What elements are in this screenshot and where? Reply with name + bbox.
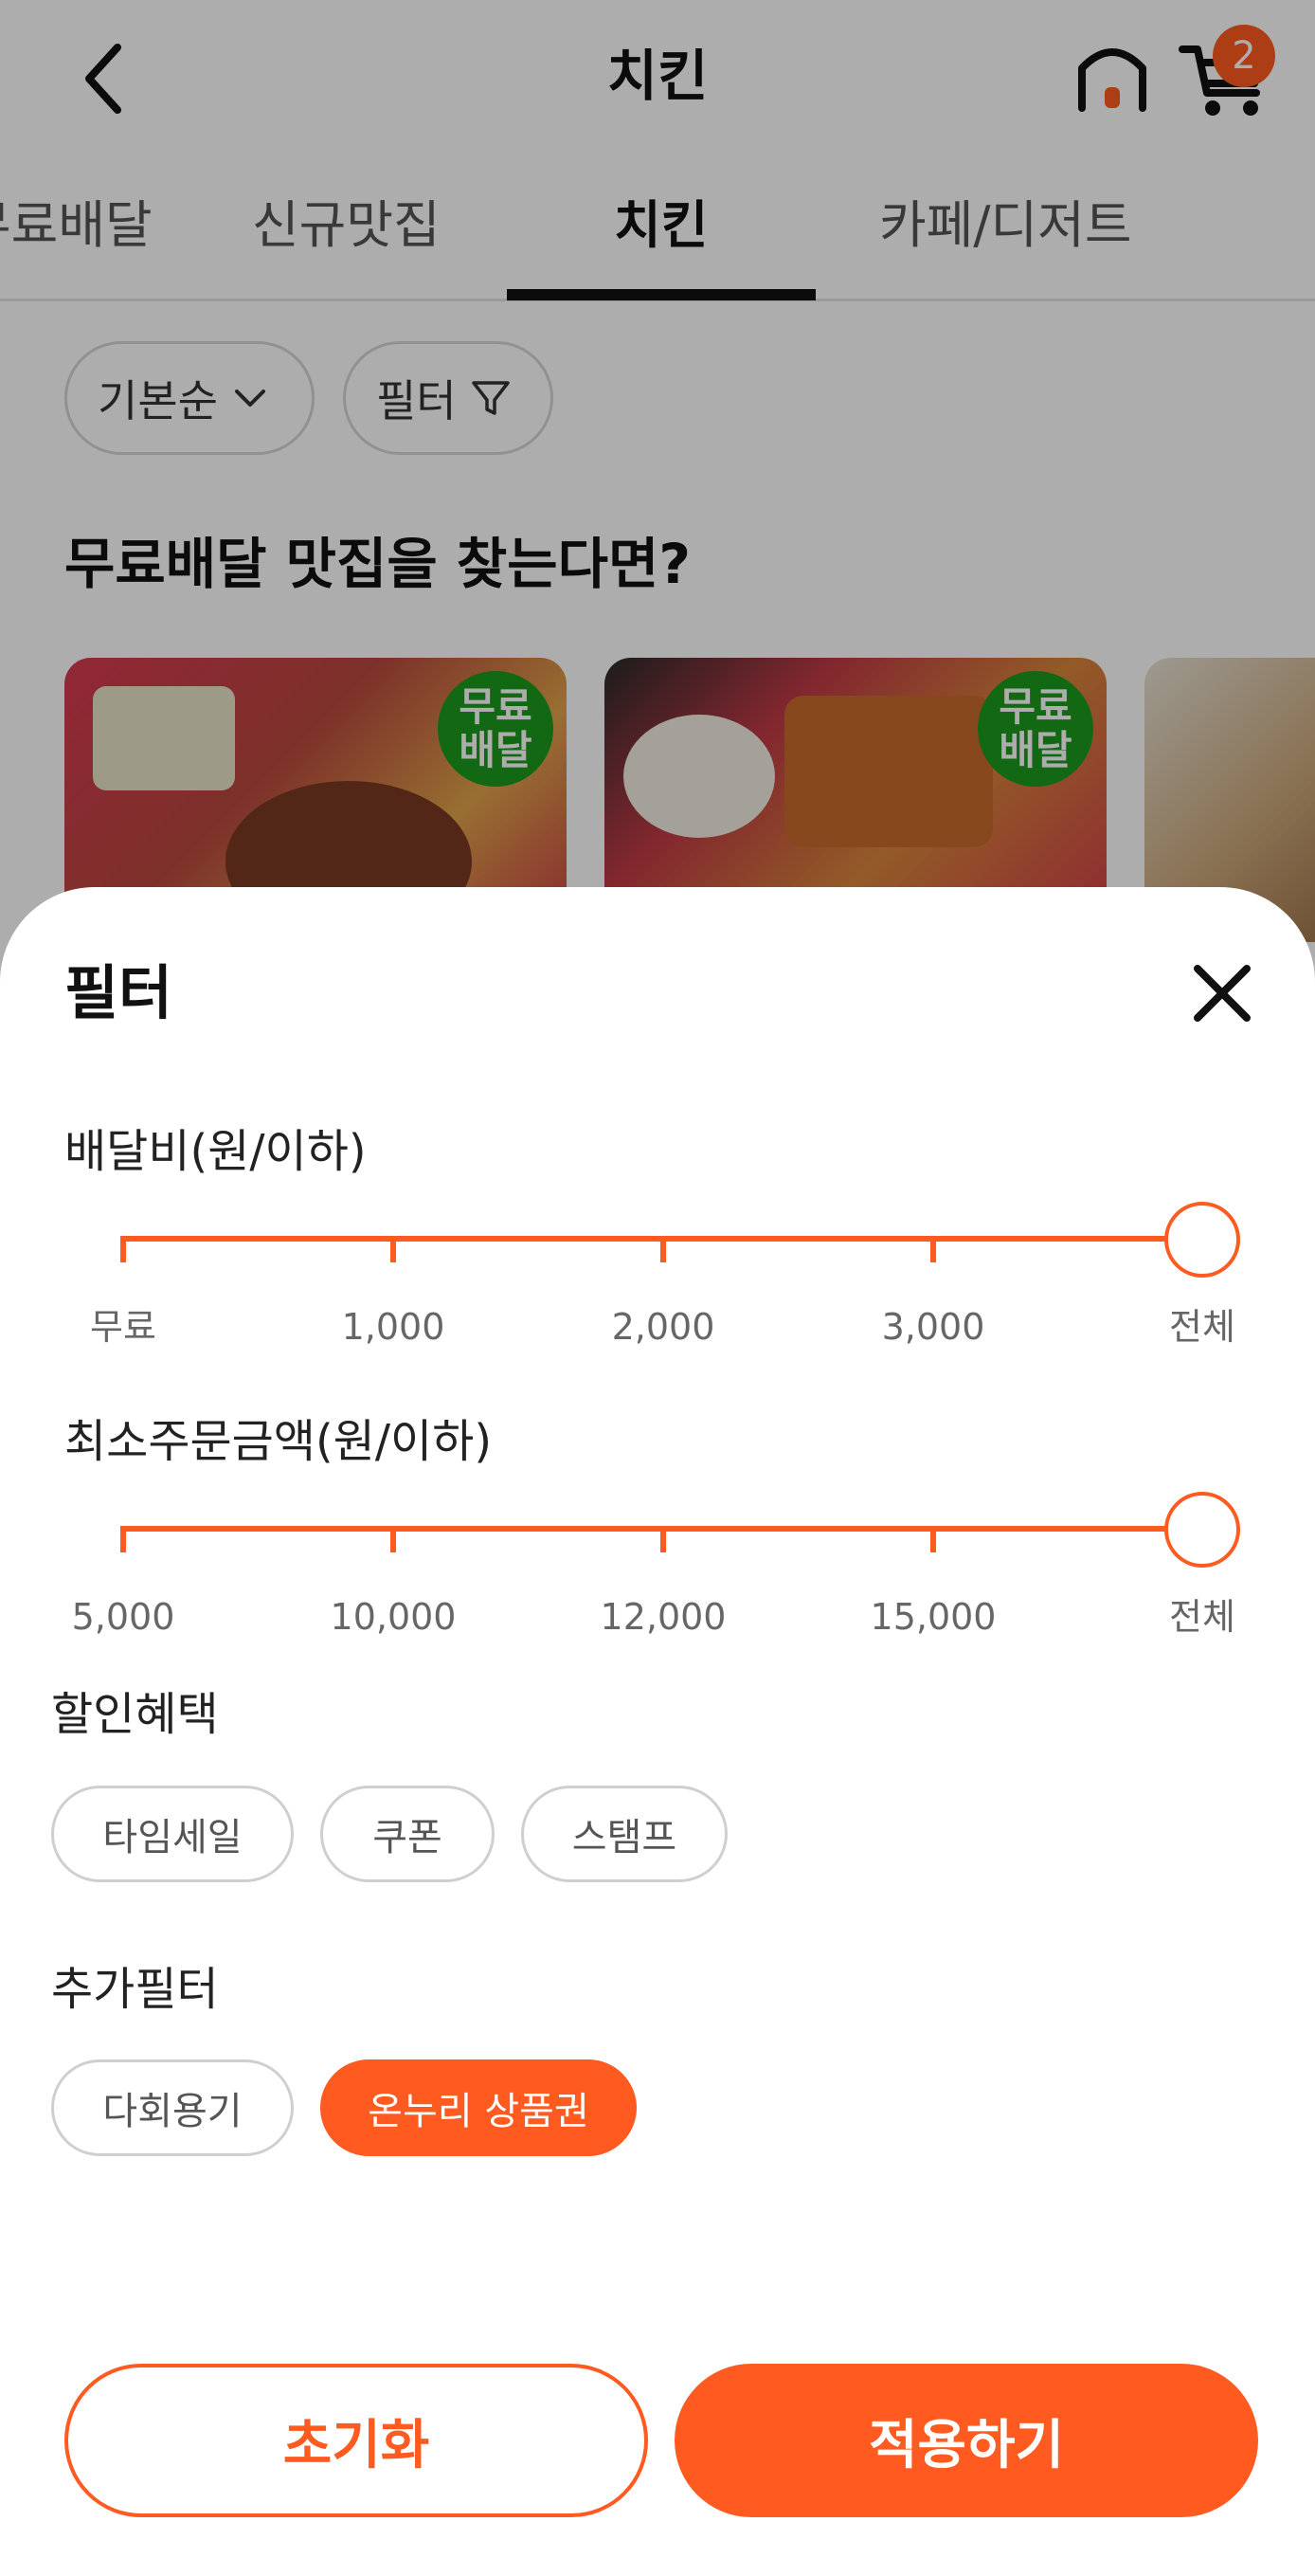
min-order-slider[interactable]: 5,000 10,000 12,000 15,000 전체 <box>72 1490 1251 1638</box>
onnuri-voucher-option[interactable]: 온누리 상품권 <box>320 2059 637 2156</box>
time-sale-option[interactable]: 타임세일 <box>51 1786 294 1882</box>
discount-label: 할인혜택 <box>51 1688 219 1741</box>
slider-tick <box>660 1236 666 1262</box>
slider-tick-label: 10,000 <box>330 1596 457 1638</box>
stamp-option[interactable]: 스탬프 <box>521 1786 728 1882</box>
slider-tick-label: 2,000 <box>611 1306 715 1348</box>
close-button[interactable] <box>1184 955 1260 1031</box>
slider-thumb[interactable] <box>1164 1492 1240 1568</box>
slider-tick-label: 3,000 <box>881 1306 985 1348</box>
delivery-fee-label: 배달비(원/이하) <box>64 1125 367 1178</box>
slider-thumb[interactable] <box>1164 1202 1240 1278</box>
slider-tick <box>390 1236 396 1262</box>
apply-button[interactable]: 적용하기 <box>675 2364 1258 2517</box>
slider-tick-label: 전체 <box>1169 1596 1235 1638</box>
reset-button[interactable]: 초기화 <box>64 2364 648 2517</box>
slider-tick <box>930 1526 936 1552</box>
slider-track <box>123 1526 1184 1532</box>
slider-tick-label: 15,000 <box>870 1596 997 1638</box>
extra-filter-label: 추가필터 <box>51 1963 219 2016</box>
delivery-fee-slider[interactable]: 무료 1,000 2,000 3,000 전체 <box>76 1200 1251 1348</box>
coupon-option[interactable]: 쿠폰 <box>320 1786 495 1882</box>
slider-tick-label: 전체 <box>1169 1306 1235 1348</box>
slider-tick <box>660 1526 666 1552</box>
slider-tick-label: 5,000 <box>71 1596 175 1638</box>
slider-tick-label: 1,000 <box>341 1306 445 1348</box>
slider-tick-label: 무료 <box>90 1306 156 1348</box>
slider-track <box>123 1236 1184 1242</box>
slider-tick <box>120 1236 126 1262</box>
close-icon <box>1194 965 1251 1022</box>
min-order-label: 최소주문금액(원/이하) <box>64 1415 493 1468</box>
filter-sheet: 필터 배달비(원/이하) 무료 1,000 2,000 3,000 전체 최소주… <box>0 887 1315 2576</box>
app-screen: 치킨 2 무료배달 신규맛집 치킨 카페/디저트 기본순 <box>0 0 1315 2576</box>
sheet-title: 필터 <box>64 958 173 1027</box>
reusable-container-option[interactable]: 다회용기 <box>51 2059 294 2156</box>
slider-tick <box>390 1526 396 1552</box>
slider-tick <box>930 1236 936 1262</box>
slider-tick <box>120 1526 126 1552</box>
slider-tick-label: 12,000 <box>600 1596 727 1638</box>
